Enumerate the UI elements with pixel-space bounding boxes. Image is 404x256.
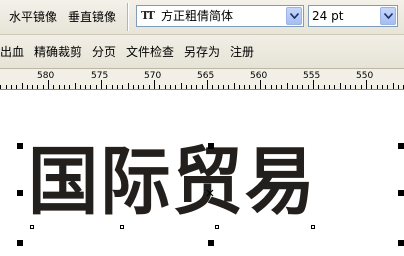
toolbar-separator	[127, 3, 128, 31]
menu-item-file-check[interactable]: 文件检查	[126, 44, 174, 60]
character-node-handle[interactable]	[311, 225, 315, 229]
menu-item-paging[interactable]: 分页	[92, 44, 116, 60]
menu-item-register[interactable]: 注册	[230, 44, 254, 60]
mirror-vertical-button[interactable]: 垂直镜像	[68, 8, 116, 26]
selection-handle[interactable]	[398, 143, 404, 149]
menu-item-save-as[interactable]: 另存为	[184, 44, 220, 60]
truetype-font-icon: TT	[141, 9, 155, 22]
selection-handle[interactable]	[17, 143, 23, 149]
font-size-select[interactable]: 24 pt	[308, 5, 398, 27]
font-size-value: 24 pt	[312, 9, 344, 23]
chevron-down-icon[interactable]	[286, 7, 302, 25]
selection-handle[interactable]	[398, 190, 404, 196]
menu-item-precise-crop[interactable]: 精确裁剪	[34, 44, 82, 60]
ruler-label: 550	[356, 71, 374, 81]
selection-handle[interactable]	[398, 240, 404, 246]
character-node-handle[interactable]	[120, 225, 124, 229]
selection-handle[interactable]	[208, 143, 214, 149]
menu-item-bleed[interactable]: 出血	[0, 44, 24, 60]
ruler-label: 580	[37, 71, 55, 81]
chevron-down-icon[interactable]	[380, 7, 396, 25]
selection-handle[interactable]	[17, 240, 23, 246]
ruler-label: 570	[144, 71, 162, 81]
selection-handle[interactable]	[208, 240, 214, 246]
selection-handle[interactable]	[17, 190, 23, 196]
character-node-handle[interactable]	[30, 225, 34, 229]
character-node-handle[interactable]	[215, 225, 219, 229]
mirror-horizontal-button[interactable]: 水平镜像	[9, 8, 57, 26]
ruler-label: 555	[303, 71, 321, 81]
font-family-select[interactable]: TT 方正粗倩简体	[136, 5, 304, 27]
center-x-icon[interactable]	[206, 189, 214, 197]
ruler-label: 565	[197, 71, 215, 81]
selected-art-text[interactable]: 国际贸易	[28, 145, 317, 219]
horizontal-ruler[interactable]: 580 575 570 565 560 555 550	[0, 69, 404, 90]
ruler-label: 560	[250, 71, 268, 81]
font-family-value: 方正粗倩简体	[161, 9, 234, 23]
top-toolbar: 水平镜像 垂直镜像 TT 方正粗倩简体 24 pt	[0, 0, 404, 35]
ruler-label: 575	[91, 71, 109, 81]
